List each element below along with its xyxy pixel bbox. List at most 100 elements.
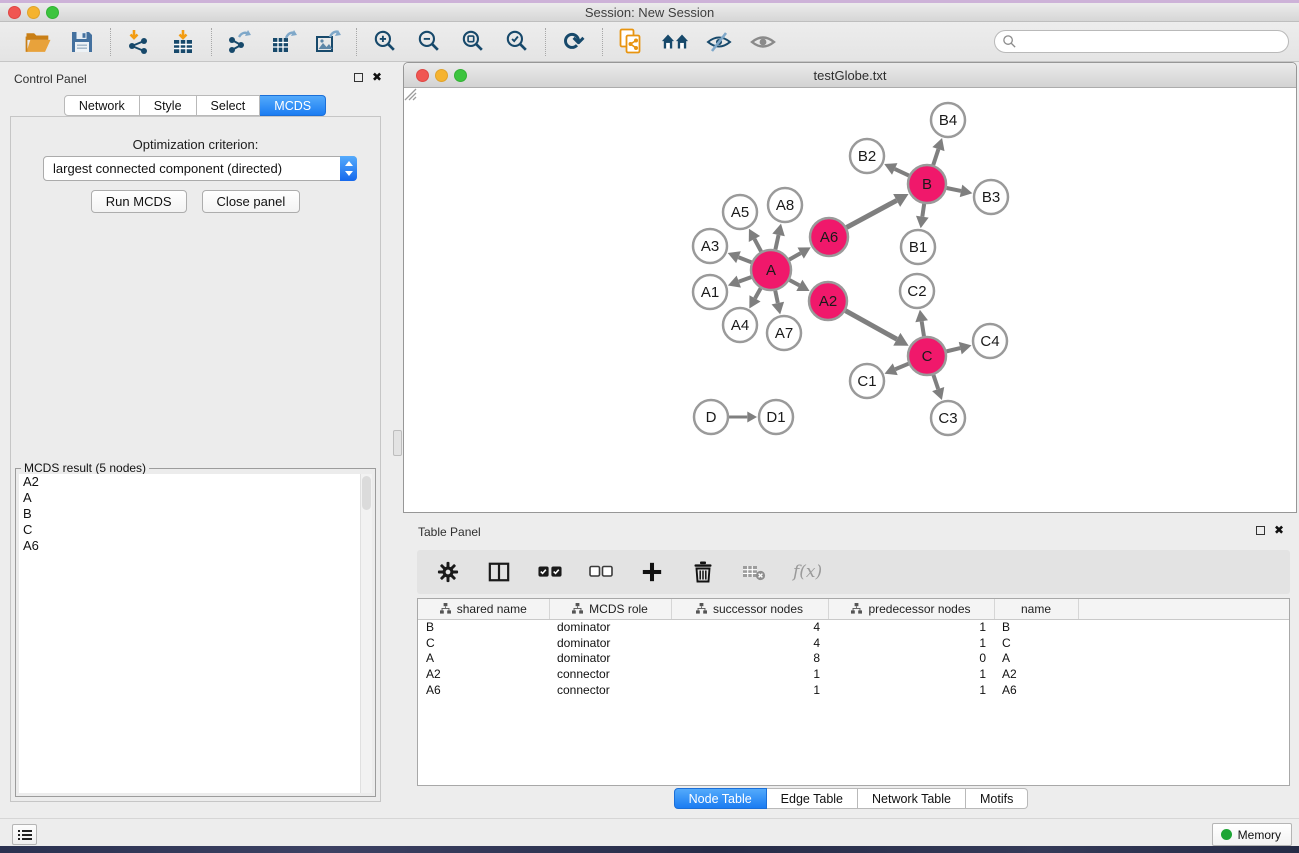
unselect-all-columns-icon[interactable]	[589, 560, 613, 584]
mcds-result-item[interactable]: C	[19, 522, 360, 538]
table-cell[interactable]: A2	[418, 666, 549, 682]
show-columns-icon[interactable]	[487, 560, 511, 584]
table-row[interactable]: Adominator80A	[418, 651, 1290, 667]
table-cell[interactable]: 1	[828, 619, 994, 635]
export-image-icon[interactable]	[314, 28, 342, 56]
network-canvas[interactable]: AA1A2A3A4A5A6A7A8BB1B2B3B4CC1C2C3C4DD1	[404, 88, 1296, 512]
table-row[interactable]: Cdominator41C	[418, 635, 1290, 651]
mcds-result-item[interactable]: B	[19, 506, 360, 522]
graph-node-D1[interactable]: D1	[759, 400, 793, 434]
table-row[interactable]: Bdominator41B	[418, 619, 1290, 635]
table-cell[interactable]: 4	[671, 635, 828, 651]
result-scrollbar[interactable]	[360, 474, 372, 793]
close-panel-button[interactable]: Close panel	[202, 190, 301, 213]
graph-edge-C-C4[interactable]	[946, 348, 960, 351]
table-cell[interactable]: 4	[671, 619, 828, 635]
first-neighbors-icon[interactable]	[661, 28, 689, 56]
graph-edge-A-A5[interactable]	[754, 239, 761, 251]
clone-network-icon[interactable]	[617, 28, 645, 56]
graph-edge-A-A7[interactable]	[775, 291, 778, 303]
column-header[interactable]: MCDS role	[549, 599, 671, 619]
search-field[interactable]	[994, 30, 1289, 53]
graph-edge-B-B1[interactable]	[922, 204, 924, 217]
graph-edge-A-A4[interactable]	[755, 288, 761, 298]
delete-table-icon[interactable]	[742, 560, 766, 584]
mcds-result-list[interactable]: A2ABCA6	[19, 474, 360, 793]
table-cell[interactable]: A6	[418, 682, 549, 698]
column-header[interactable]: shared name	[418, 599, 549, 619]
graph-node-B4[interactable]: B4	[931, 103, 965, 137]
delete-rows-trash-icon[interactable]	[691, 560, 715, 584]
tab-mcds[interactable]: MCDS	[260, 95, 326, 116]
table-cell[interactable]: A2	[994, 666, 1078, 682]
save-session-icon[interactable]	[68, 28, 96, 56]
table-cell[interactable]: connector	[549, 666, 671, 682]
graph-node-A8[interactable]: A8	[768, 188, 802, 222]
graph-node-A[interactable]: A	[751, 250, 791, 290]
task-history-button[interactable]	[12, 824, 37, 845]
tab-style[interactable]: Style	[140, 95, 197, 116]
table-cell[interactable]: 1	[828, 682, 994, 698]
hide-selected-eye-icon[interactable]	[705, 28, 733, 56]
resize-grip-icon[interactable]	[404, 88, 417, 101]
zoom-fit-icon[interactable]	[459, 28, 487, 56]
table-cell[interactable]: dominator	[549, 635, 671, 651]
function-builder-icon[interactable]: f(x)	[793, 560, 822, 584]
zoom-selected-icon[interactable]	[503, 28, 531, 56]
graph-edge-A2-C[interactable]	[845, 311, 896, 340]
column-header[interactable]: name	[994, 599, 1078, 619]
float-panel-icon[interactable]	[354, 73, 363, 82]
column-header[interactable]: predecessor nodes	[828, 599, 994, 619]
table-cell[interactable]: 0	[828, 651, 994, 667]
panel-splitter-handle[interactable]	[393, 430, 402, 456]
show-all-eye-icon[interactable]	[749, 28, 777, 56]
graph-edge-A-A1[interactable]	[739, 277, 751, 281]
tab-network[interactable]: Network	[64, 95, 140, 116]
import-table-icon[interactable]	[169, 28, 197, 56]
run-mcds-button[interactable]: Run MCDS	[91, 190, 187, 213]
table-cell[interactable]: 1	[828, 635, 994, 651]
graph-edge-A-A3[interactable]	[738, 257, 751, 262]
graph-edge-A-A6[interactable]	[789, 253, 800, 259]
graph-edge-B-B2[interactable]	[895, 169, 909, 176]
graph-edge-B-B4[interactable]	[933, 149, 938, 165]
table-cell[interactable]: dominator	[549, 619, 671, 635]
close-table-panel-icon[interactable]: ✖	[1274, 525, 1284, 535]
tab-network-table[interactable]: Network Table	[858, 788, 966, 809]
criterion-dropdown[interactable]: largest connected component (directed)	[43, 156, 357, 181]
table-cell[interactable]: A	[994, 651, 1078, 667]
graph-node-A5[interactable]: A5	[723, 195, 757, 229]
import-network-icon[interactable]	[125, 28, 153, 56]
graph-node-A3[interactable]: A3	[693, 229, 727, 263]
table-cell[interactable]: C	[418, 635, 549, 651]
graph-node-D[interactable]: D	[694, 400, 728, 434]
graph-edge-A-A2[interactable]	[789, 280, 799, 285]
graph-node-A7[interactable]: A7	[767, 316, 801, 350]
table-cell[interactable]: 1	[828, 666, 994, 682]
memory-button[interactable]: Memory	[1212, 823, 1292, 846]
graph-node-B1[interactable]: B1	[901, 230, 935, 264]
table-row[interactable]: A6connector11A6	[418, 682, 1290, 698]
mcds-result-item[interactable]: A6	[19, 538, 360, 554]
graph-node-C[interactable]: C	[908, 337, 946, 375]
table-cell[interactable]: B	[418, 619, 549, 635]
table-cell[interactable]: 1	[671, 666, 828, 682]
table-cell[interactable]: A6	[994, 682, 1078, 698]
graph-node-A6[interactable]: A6	[810, 218, 848, 256]
table-cell[interactable]: C	[994, 635, 1078, 651]
mcds-result-item[interactable]: A	[19, 490, 360, 506]
table-cell[interactable]: dominator	[549, 651, 671, 667]
select-all-columns-icon[interactable]	[538, 560, 562, 584]
graph-node-B[interactable]: B	[908, 165, 946, 203]
tab-select[interactable]: Select	[197, 95, 261, 116]
node-table[interactable]: shared nameMCDS rolesuccessor nodesprede…	[417, 598, 1290, 786]
table-cell[interactable]: connector	[549, 682, 671, 698]
table-options-gear-icon[interactable]	[436, 560, 460, 584]
app-titlebar[interactable]: Session: New Session	[0, 3, 1299, 22]
tab-motifs[interactable]: Motifs	[966, 788, 1028, 809]
search-input[interactable]	[1017, 33, 1288, 51]
graph-edge-A-A8[interactable]	[775, 235, 778, 250]
table-cell[interactable]: 8	[671, 651, 828, 667]
export-table-icon[interactable]	[270, 28, 298, 56]
add-row-icon[interactable]	[640, 560, 664, 584]
